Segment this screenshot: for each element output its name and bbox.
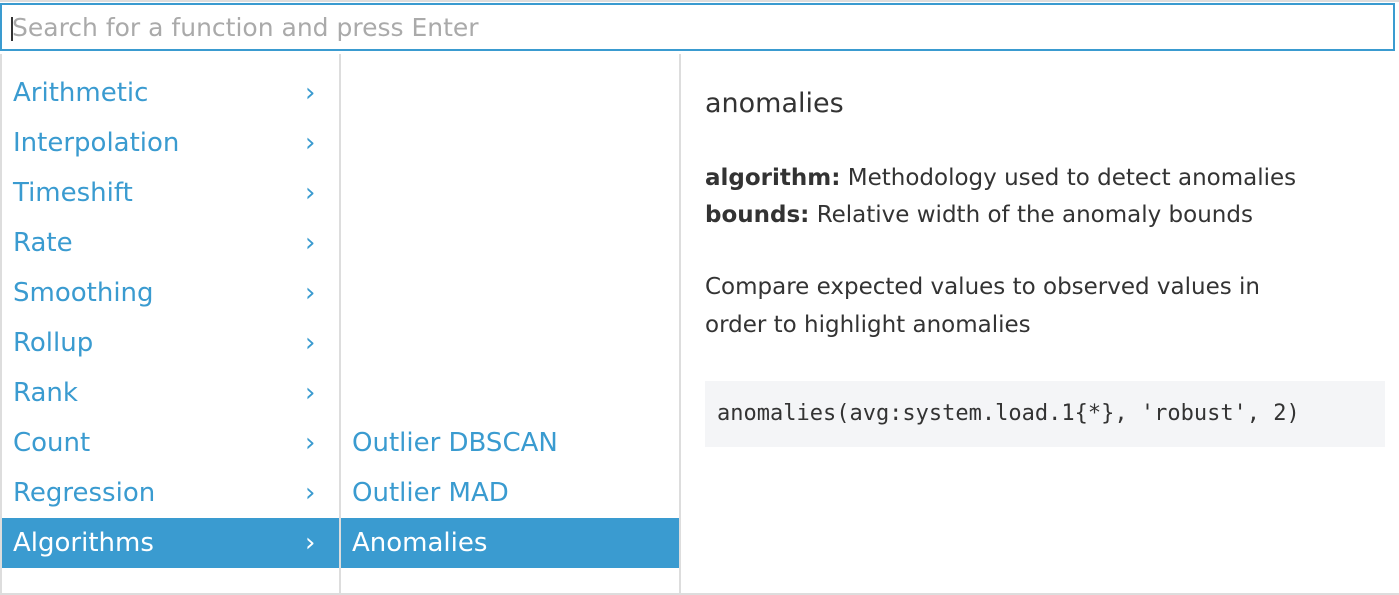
chevron-right-icon: › bbox=[305, 378, 316, 408]
category-item-timeshift[interactable]: Timeshift › bbox=[2, 168, 339, 218]
category-label: Arithmetic bbox=[13, 78, 149, 108]
function-detail: anomalies algorithm: Methodology used to… bbox=[705, 82, 1385, 447]
category-item-regression[interactable]: Regression › bbox=[2, 468, 339, 518]
chevron-right-icon: › bbox=[305, 478, 316, 508]
top-divider bbox=[0, 0, 1399, 2]
chevron-right-icon: › bbox=[305, 228, 316, 258]
category-label: Count bbox=[13, 428, 91, 458]
function-label: Outlier DBSCAN bbox=[352, 428, 558, 458]
parameter-name: algorithm: bbox=[705, 165, 841, 191]
category-item-smoothing[interactable]: Smoothing › bbox=[2, 268, 339, 318]
text-cursor bbox=[11, 17, 13, 41]
category-item-algorithms[interactable]: Algorithms › bbox=[2, 518, 339, 568]
category-label: Smoothing bbox=[13, 278, 154, 308]
function-search-input[interactable] bbox=[2, 5, 1393, 49]
function-detail-panel: anomalies algorithm: Methodology used to… bbox=[681, 54, 1399, 595]
category-list: Arithmetic › Interpolation › Timeshift ›… bbox=[2, 68, 339, 568]
function-title: anomalies bbox=[705, 88, 844, 119]
function-description: Compare expected values to observed valu… bbox=[705, 274, 1261, 338]
parameter-row: algorithm: Methodology used to detect an… bbox=[705, 160, 1373, 197]
function-list: Outlier DBSCAN Outlier MAD Anomalies bbox=[341, 418, 679, 568]
chevron-right-icon: › bbox=[305, 278, 316, 308]
chevron-right-icon: › bbox=[305, 178, 316, 208]
parameter-name: bounds: bbox=[705, 202, 810, 228]
function-label: Anomalies bbox=[352, 528, 488, 558]
chevron-right-icon: › bbox=[305, 78, 316, 108]
category-item-arithmetic[interactable]: Arithmetic › bbox=[2, 68, 339, 118]
category-label: Rate bbox=[13, 228, 73, 258]
category-label: Regression bbox=[13, 478, 156, 508]
category-label: Rollup bbox=[13, 328, 94, 358]
parameter-row: bounds: Relative width of the anomaly bo… bbox=[705, 197, 1373, 234]
example-code-block: anomalies(avg:system.load.1{*}, 'robust'… bbox=[705, 381, 1385, 447]
parameter-list: algorithm: Methodology used to detect an… bbox=[705, 160, 1373, 234]
chevron-right-icon: › bbox=[305, 428, 316, 458]
function-item-outlier-mad[interactable]: Outlier MAD bbox=[341, 468, 679, 518]
category-item-rollup[interactable]: Rollup › bbox=[2, 318, 339, 368]
category-label: Algorithms bbox=[13, 528, 154, 558]
function-column: Outlier DBSCAN Outlier MAD Anomalies bbox=[341, 54, 681, 595]
category-label: Timeshift bbox=[13, 178, 133, 208]
function-item-outlier-dbscan[interactable]: Outlier DBSCAN bbox=[341, 418, 679, 468]
chevron-right-icon: › bbox=[305, 328, 316, 358]
parameter-description: Methodology used to detect anomalies bbox=[847, 165, 1297, 191]
function-search-box[interactable] bbox=[0, 3, 1395, 51]
category-item-count[interactable]: Count › bbox=[2, 418, 339, 468]
function-label: Outlier MAD bbox=[352, 478, 509, 508]
chevron-right-icon: › bbox=[305, 528, 316, 558]
parameter-description: Relative width of the anomaly bounds bbox=[816, 202, 1253, 228]
function-item-anomalies[interactable]: Anomalies bbox=[341, 518, 679, 568]
category-label: Interpolation bbox=[13, 128, 180, 158]
category-item-interpolation[interactable]: Interpolation › bbox=[2, 118, 339, 168]
category-item-rate[interactable]: Rate › bbox=[2, 218, 339, 268]
chevron-right-icon: › bbox=[305, 128, 316, 158]
category-label: Rank bbox=[13, 378, 78, 408]
category-column: Arithmetic › Interpolation › Timeshift ›… bbox=[0, 54, 341, 595]
category-item-rank[interactable]: Rank › bbox=[2, 368, 339, 418]
